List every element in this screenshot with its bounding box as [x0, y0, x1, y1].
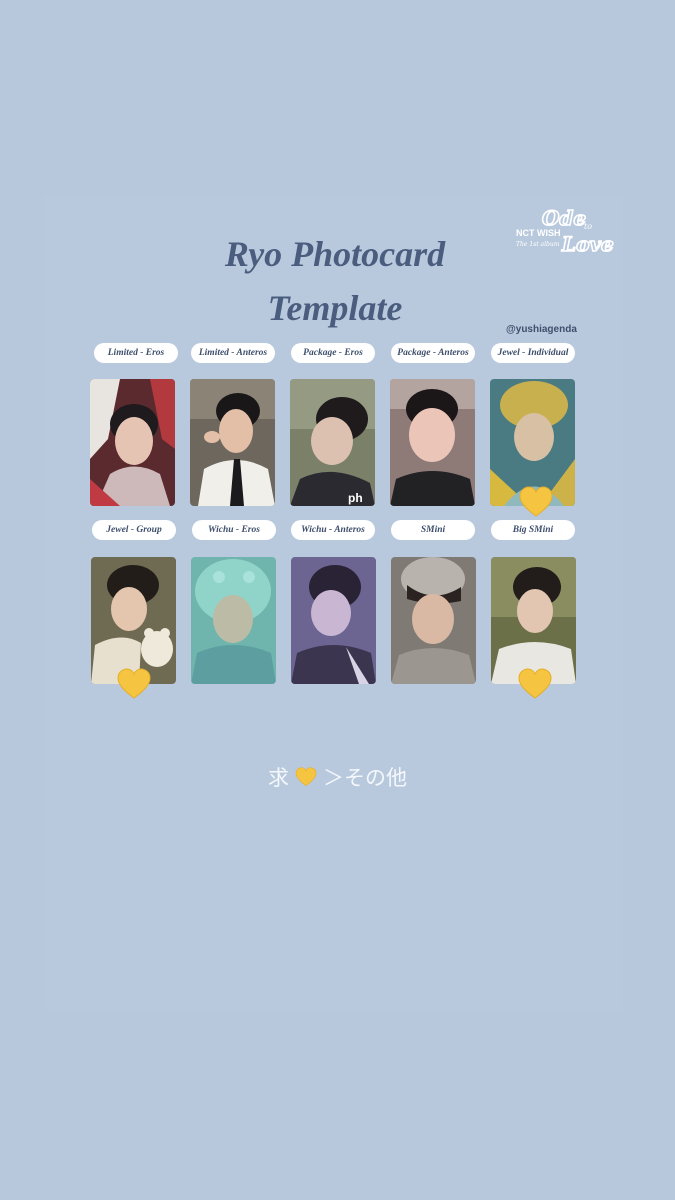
svg-text:Ode: Ode [542, 206, 586, 230]
wish-caption: 求 ＞その他 [230, 762, 445, 792]
photocard-limited-eros [90, 379, 175, 506]
card-label: Package - Eros [291, 343, 375, 363]
photocard-big-smini [491, 557, 576, 684]
photocard-package-anteros [390, 379, 475, 506]
card-label: Big SMini [491, 520, 575, 540]
album-logo: NCT WISH The 1st album Ode to Love [516, 205, 615, 257]
caption-others: ＞その他 [323, 766, 407, 790]
card-label: Jewel - Group [92, 520, 176, 540]
caption-want: 求 [268, 766, 289, 790]
photocard-jewel-group [91, 557, 176, 684]
card-label: SMini [391, 520, 475, 540]
card-label: Jewel - Individual [491, 343, 575, 363]
page-title-line1: Ryo Photocard [224, 234, 446, 274]
heart-icon [519, 486, 553, 517]
heart-icon [117, 668, 151, 699]
photocard-smini [391, 557, 476, 684]
svg-text:Love: Love [561, 232, 614, 256]
card-label: Wichu - Anteros [291, 520, 375, 540]
photocard-limited-anteros [190, 379, 275, 506]
photocard-wichu-eros [191, 557, 276, 684]
svg-text:ph: ph [348, 491, 363, 505]
heart-icon [295, 767, 317, 787]
photocard-package-eros: ph [290, 379, 375, 506]
heart-icon [518, 668, 552, 699]
svg-text:The 1st album: The 1st album [516, 241, 560, 248]
author-handle: @yushiagenda [506, 324, 577, 335]
card-label: Limited - Eros [94, 343, 178, 363]
card-label: Wichu - Eros [192, 520, 276, 540]
card-label: Limited - Anteros [191, 343, 275, 363]
page-title-line2: Template [267, 288, 403, 328]
svg-text:to: to [584, 222, 592, 231]
card-label: Package - Anteros [391, 343, 475, 363]
photocard-wichu-anteros [291, 557, 376, 684]
